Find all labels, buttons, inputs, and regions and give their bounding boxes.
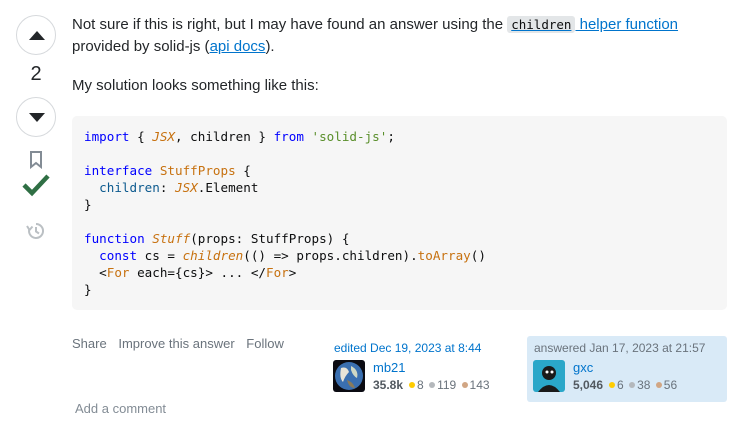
add-comment-link[interactable]: Add a comment xyxy=(75,401,166,416)
avatar[interactable] xyxy=(333,360,365,392)
upvote-button[interactable] xyxy=(16,15,56,55)
bronze-badge-icon xyxy=(655,382,662,389)
answer-paragraph-2: My solution looks something like this: xyxy=(72,77,319,94)
answer-paragraph: Not sure if this is right, but I may hav… xyxy=(72,16,679,55)
follow-link[interactable]: Follow xyxy=(246,336,284,351)
bookmark-icon[interactable] xyxy=(29,151,43,169)
user-avatar-icon xyxy=(533,360,565,392)
code-block: import { JSX, children } from 'solid-js'… xyxy=(72,116,727,310)
edited-signature: edited Dec 19, 2023 at 8:44 mb21 35.8k 8 … xyxy=(327,336,517,402)
api-docs-link[interactable]: api docs xyxy=(210,38,266,55)
gold-badge-icon xyxy=(609,382,616,389)
improve-answer-link[interactable]: Improve this answer xyxy=(118,336,234,351)
children-helper-link[interactable]: children helper function xyxy=(507,16,678,33)
gold-badge-icon xyxy=(409,382,416,389)
answered-timestamp: answered Jan 17, 2023 at 21:57 xyxy=(534,341,706,355)
downvote-arrow-icon xyxy=(29,113,45,122)
history-icon[interactable] xyxy=(26,221,46,241)
share-link[interactable]: Share xyxy=(72,336,107,351)
accepted-check-icon xyxy=(22,174,50,197)
vote-count: 2 xyxy=(30,63,42,85)
avatar[interactable] xyxy=(533,360,565,392)
downvote-button[interactable] xyxy=(16,97,56,137)
upvote-arrow-icon xyxy=(29,31,45,40)
silver-badge-icon xyxy=(629,382,636,389)
post-menu: Share Improve this answer Follow xyxy=(72,336,292,351)
editor-username[interactable]: mb21 xyxy=(373,360,406,375)
silver-badge-icon xyxy=(429,382,436,389)
bronze-badge-icon xyxy=(461,382,468,389)
edited-timestamp-link[interactable]: edited Dec 19, 2023 at 8:44 xyxy=(334,341,510,355)
author-stats: 5,046 6 38 56 xyxy=(573,378,678,392)
editor-stats: 35.8k 8 119 143 xyxy=(373,378,490,392)
answer-body: Not sure if this is right, but I may hav… xyxy=(72,14,727,97)
author-username[interactable]: gxc xyxy=(573,360,593,375)
answered-signature: answered Jan 17, 2023 at 21:57 gxc 5,046… xyxy=(527,336,727,402)
earth-avatar-icon xyxy=(333,360,365,392)
